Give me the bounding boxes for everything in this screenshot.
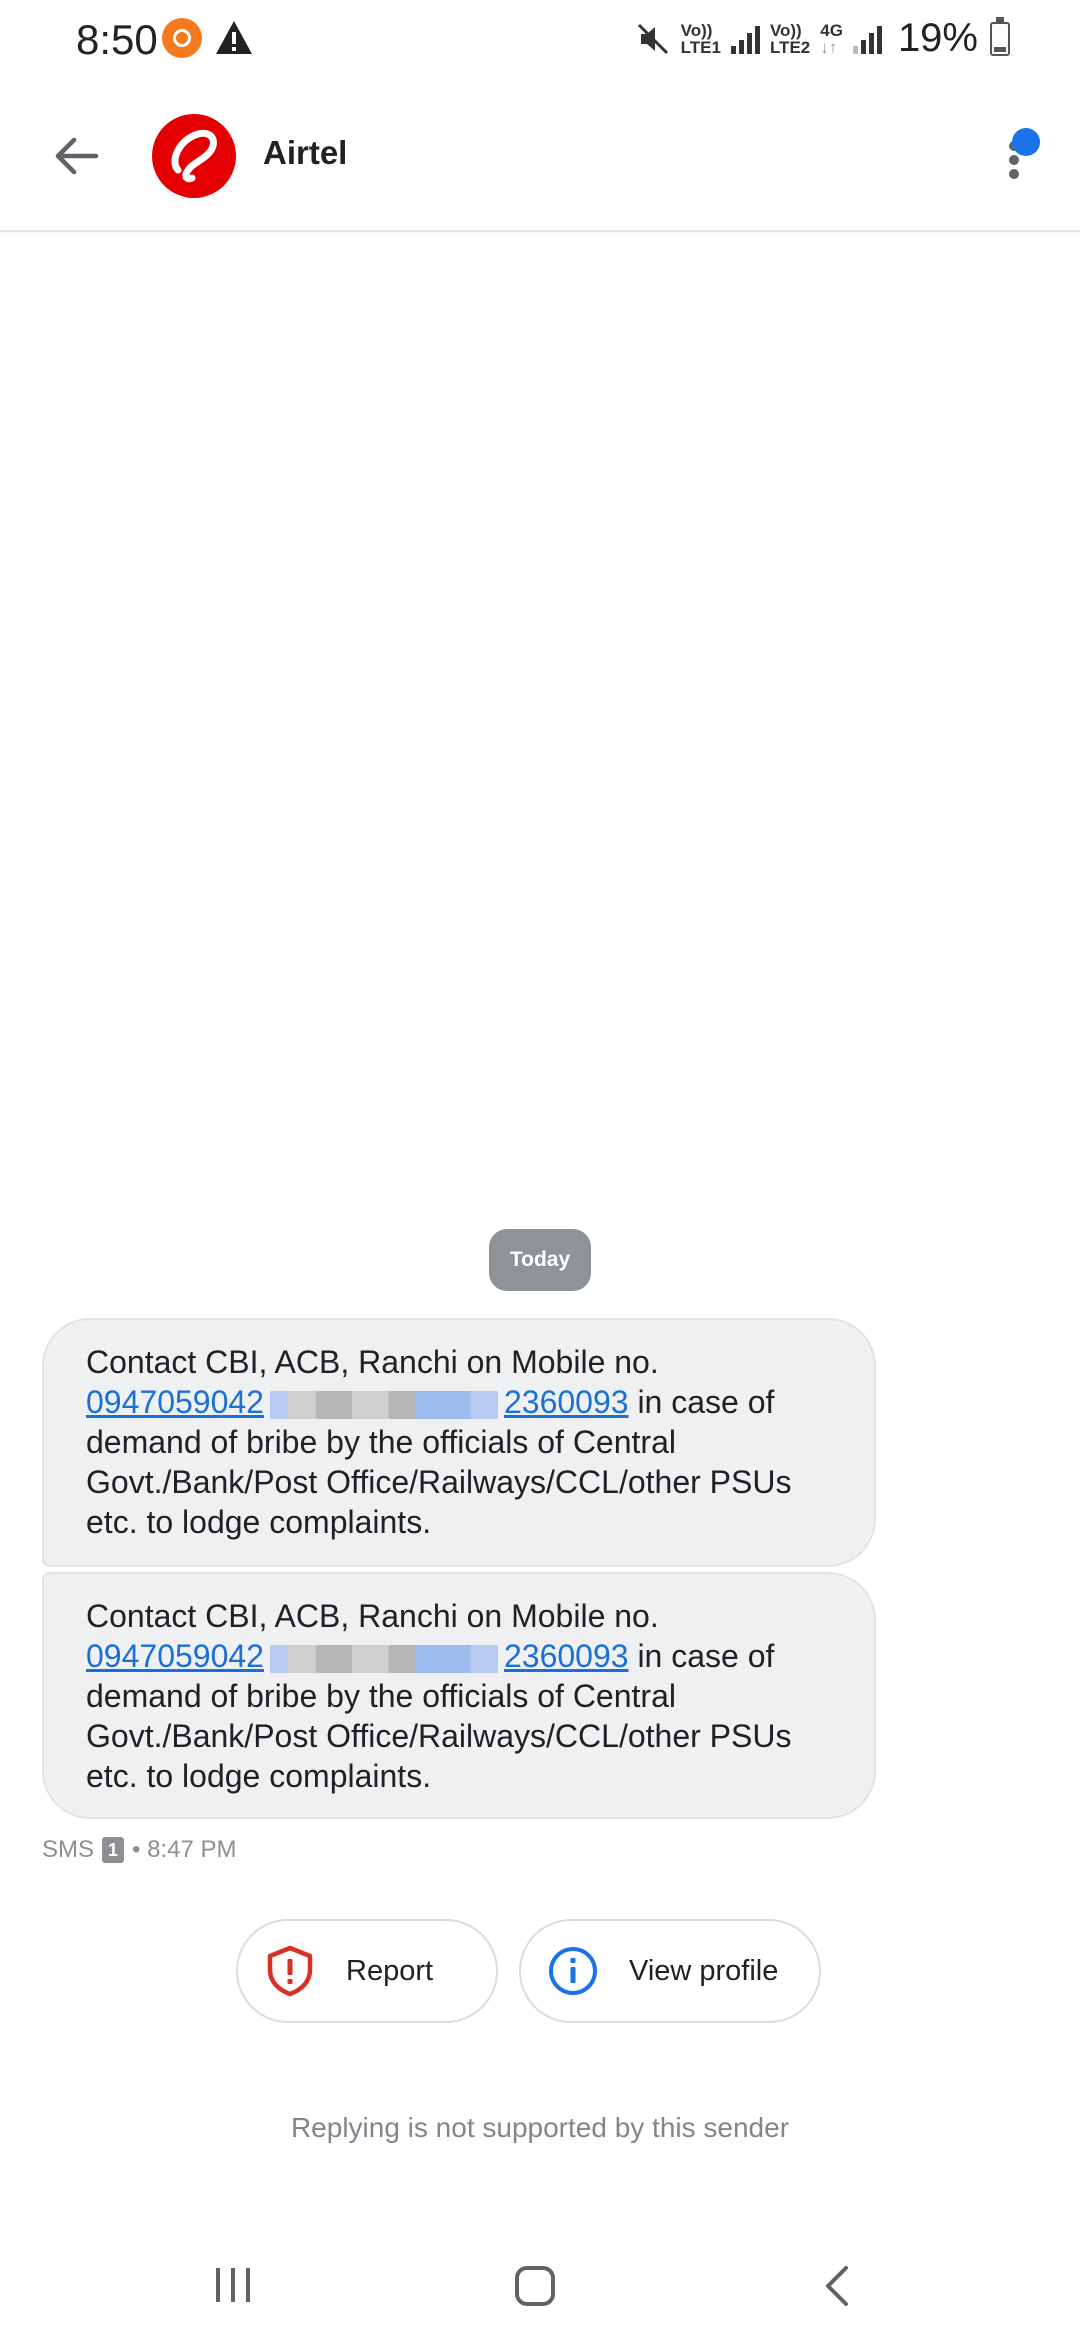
mute-icon: [637, 23, 668, 54]
phone-link[interactable]: 2360093: [504, 1638, 629, 1674]
view-profile-button[interactable]: View profile: [519, 1919, 821, 2023]
message-time: • 8:47 PM: [132, 1836, 237, 1863]
battery-percent: 19%: [897, 16, 978, 60]
message-type: SMS: [42, 1836, 95, 1863]
network-type: 4G ↓↑: [820, 22, 843, 56]
signal-icon: [730, 24, 760, 54]
date-chip: Today: [489, 1229, 591, 1291]
network-type-label: 4G: [820, 20, 843, 40]
recent-apps-icon[interactable]: [212, 2264, 254, 2306]
info-icon: [549, 1947, 597, 1995]
sim1-volte: Vo)): [680, 20, 713, 40]
message-bubble[interactable]: Contact CBI, ACB, Ranchi on Mobile no. 0…: [42, 1572, 876, 1819]
home-icon[interactable]: [513, 2264, 557, 2308]
sim1-lte: LTE1: [680, 37, 721, 57]
shield-alert-icon: [267, 1945, 313, 1997]
arrow-back-icon[interactable]: [40, 120, 112, 192]
sim2-network-tag: Vo)) LTE2: [770, 22, 810, 56]
phone-link[interactable]: 2360093: [504, 1384, 629, 1420]
sim-badge-icon: 1: [102, 1837, 125, 1863]
sim2-lte: LTE2: [769, 37, 811, 57]
back-icon[interactable]: [820, 2264, 856, 2308]
message-text: Contact CBI, ACB, Ranchi on Mobile no.: [86, 1598, 659, 1634]
message-bubble[interactable]: Contact CBI, ACB, Ranchi on Mobile no. 0…: [42, 1318, 876, 1567]
avatar[interactable]: [152, 114, 236, 198]
app-bar: Airtel: [0, 84, 1080, 232]
status-left-icons: [162, 18, 254, 58]
warning-icon: [216, 21, 252, 54]
contact-name: Airtel: [263, 134, 348, 171]
notification-dot: [1012, 128, 1040, 156]
message-text: Contact CBI, ACB, Ranchi on Mobile no.: [86, 1344, 659, 1380]
navigation-bar: [0, 2230, 1080, 2340]
redacted-area: [269, 1644, 498, 1673]
screen-recorder-icon: [162, 18, 202, 58]
phone-link[interactable]: 0947059042: [86, 1384, 264, 1420]
status-right-icons: Vo)) LTE1 Vo)) LTE2 4G ↓↑ 19%: [635, 16, 1010, 61]
data-arrows-icon: ↓↑: [820, 37, 838, 57]
message-meta: SMS 1 • 8:47 PM: [42, 1836, 236, 1864]
sim1-network-tag: Vo)) LTE1: [681, 22, 721, 56]
report-label: Report: [346, 1954, 434, 1987]
status-bar: 8:50 Vo)) LTE1 Vo)) LTE2 4G ↓↑ 19%: [0, 0, 1080, 84]
view-profile-label: View profile: [629, 1954, 779, 1987]
sim2-volte: Vo)): [769, 20, 802, 40]
airtel-logo: [171, 129, 217, 183]
report-button[interactable]: Report: [236, 1919, 498, 2023]
signal-icon: [852, 24, 882, 54]
status-time: 8:50: [76, 16, 158, 63]
phone-link[interactable]: 0947059042: [86, 1638, 264, 1674]
redacted-area: [269, 1390, 498, 1419]
battery-icon: [990, 16, 1010, 56]
reply-not-supported-note: Replying is not supported by this sender: [290, 2112, 790, 2143]
